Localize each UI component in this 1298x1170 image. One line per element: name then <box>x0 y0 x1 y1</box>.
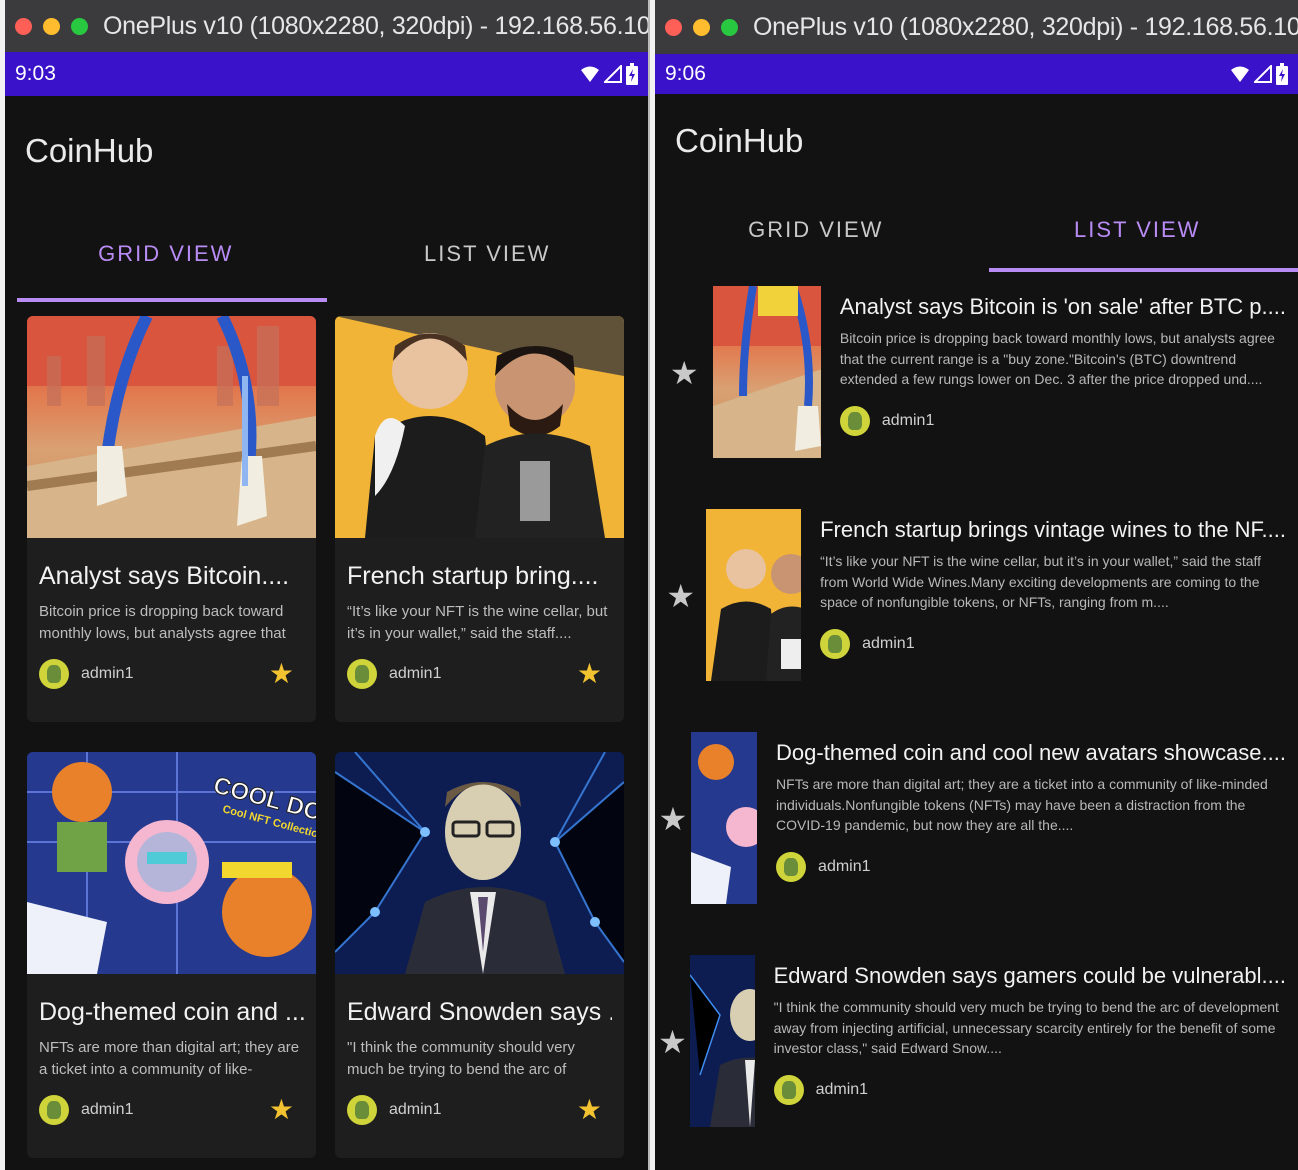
wifi-icon <box>581 66 599 82</box>
status-bar: 9:06 <box>655 54 1298 94</box>
zoom-window-button[interactable] <box>71 17 88 35</box>
news-title: French startup brings vintage wines to t… <box>820 517 1286 542</box>
view-tabs: GRID VIEW LIST VIEW <box>5 206 648 302</box>
news-summary: NFTs are more than digital art; they are… <box>776 776 1268 833</box>
list-item[interactable]: ★ Analyst says Bitcoin is 'on sale' afte… <box>655 284 1298 507</box>
news-title: French startup bring.... <box>347 562 599 590</box>
close-window-button[interactable] <box>665 18 682 36</box>
author-name: admin1 <box>881 412 935 429</box>
battery-icon <box>1276 63 1288 85</box>
news-grid: Analyst says Bitcoin.... Bitcoin price i… <box>5 302 648 1158</box>
news-summary: Bitcoin price is dropping back toward mo… <box>839 330 1275 387</box>
status-icons <box>580 63 638 85</box>
news-summary: “It’s like your NFT is the wine cellar, … <box>347 603 608 642</box>
author-avatar <box>773 1075 804 1105</box>
signal-icon <box>604 65 622 83</box>
news-summary: Bitcoin price is dropping back toward mo… <box>39 603 286 642</box>
news-image-bitcoin <box>27 316 316 538</box>
author-name: admin1 <box>81 665 134 682</box>
news-summary: “It’s like your NFT is the wine cellar, … <box>820 553 1262 610</box>
favorite-star-icon[interactable]: ★ <box>577 1096 602 1124</box>
news-summary: "I think the community should very much … <box>347 1039 575 1078</box>
clock: 9:06 <box>665 62 706 85</box>
close-window-button[interactable] <box>15 17 32 35</box>
news-summary: "I think the community should very much … <box>773 999 1279 1056</box>
wifi-icon <box>1231 66 1249 82</box>
status-icons <box>1230 63 1288 85</box>
news-card[interactable]: Analyst says Bitcoin.... Bitcoin price i… <box>27 316 316 722</box>
favorite-star-icon[interactable]: ★ <box>269 1096 294 1124</box>
news-list: ★ Analyst says Bitcoin is 'on sale' afte… <box>655 272 1298 1170</box>
news-image-wine <box>706 509 802 681</box>
author-avatar <box>39 659 69 689</box>
battery-icon <box>626 63 638 85</box>
window-title: OnePlus v10 (1080x2280, 320dpi) - 192.16… <box>753 12 1298 41</box>
author-avatar <box>347 1095 377 1125</box>
favorite-star-icon[interactable]: ★ <box>655 953 690 1061</box>
favorite-star-icon[interactable]: ★ <box>269 660 294 688</box>
author-avatar <box>776 852 807 882</box>
news-title: Edward Snowden says .... <box>347 998 612 1026</box>
app-title: CoinHub <box>675 122 804 159</box>
news-title: Analyst says Bitcoin.... <box>39 562 290 590</box>
zoom-window-button[interactable] <box>721 18 738 36</box>
news-image-snowden <box>690 955 755 1127</box>
clock: 9:03 <box>15 62 56 85</box>
author-name: admin1 <box>815 1081 869 1098</box>
news-card[interactable]: COOL DOGS Cool NFT Collection Dog-themed… <box>27 752 316 1158</box>
tab-list-view[interactable]: LIST VIEW <box>977 188 1298 272</box>
author-avatar <box>347 659 377 689</box>
emulator-window-grid: OnePlus v10 (1080x2280, 320dpi) - 192.16… <box>5 0 650 1170</box>
minimize-window-button[interactable] <box>43 17 60 35</box>
news-image-wine <box>335 316 624 538</box>
news-card[interactable]: French startup bring.... “It’s like your… <box>335 316 624 722</box>
emulator-window-list: OnePlus v10 (1080x2280, 320dpi) - 192.16… <box>655 0 1298 1170</box>
window-titlebar: OnePlus v10 (1080x2280, 320dpi) - 192.16… <box>5 0 648 52</box>
news-image-cool-dogs <box>690 732 758 904</box>
list-item[interactable]: ★ Dog-themed coin and cool new avatars s… <box>655 730 1298 953</box>
tab-grid-view[interactable]: GRID VIEW <box>655 188 977 272</box>
news-title: Dog-themed coin and cool new avatars sho… <box>776 740 1286 765</box>
window-titlebar: OnePlus v10 (1080x2280, 320dpi) - 192.16… <box>655 0 1298 54</box>
view-tabs: GRID VIEW LIST VIEW <box>655 188 1298 272</box>
author-name: admin1 <box>81 1101 134 1118</box>
favorite-star-icon[interactable]: ★ <box>655 284 713 392</box>
tab-grid-view[interactable]: GRID VIEW <box>5 206 327 302</box>
list-item[interactable]: ★ Edward Snowden says gamers could be vu… <box>655 953 1298 1170</box>
news-title: Edward Snowden says gamers could be vuln… <box>773 963 1286 988</box>
news-image-cool-dogs: COOL DOGS Cool NFT Collection <box>27 752 316 974</box>
window-title: OnePlus v10 (1080x2280, 320dpi) - 192.16… <box>103 11 650 40</box>
author-avatar <box>39 1095 69 1125</box>
author-name: admin1 <box>389 1101 442 1118</box>
author-name: admin1 <box>862 635 915 652</box>
app-title: CoinHub <box>25 132 154 169</box>
tab-list-view[interactable]: LIST VIEW <box>327 206 649 302</box>
author-name: admin1 <box>389 665 442 682</box>
signal-icon <box>1254 65 1272 83</box>
author-avatar <box>839 406 870 436</box>
author-avatar <box>820 629 851 659</box>
news-title: Dog-themed coin and .... <box>39 998 304 1026</box>
status-bar: 9:03 <box>5 52 648 96</box>
news-image-snowden <box>335 752 624 974</box>
favorite-star-icon[interactable]: ★ <box>655 507 706 615</box>
news-title: Analyst says Bitcoin is 'on sale' after … <box>839 294 1286 319</box>
favorite-star-icon[interactable]: ★ <box>655 730 691 838</box>
list-item[interactable]: ★ French startup brings vintage wines to… <box>655 507 1298 730</box>
news-image-bitcoin <box>713 286 821 458</box>
news-card[interactable]: Edward Snowden says .... "I think the co… <box>335 752 624 1158</box>
news-summary: NFTs are more than digital art; they are… <box>39 1039 300 1078</box>
favorite-star-icon[interactable]: ★ <box>577 660 602 688</box>
author-name: admin1 <box>818 858 871 875</box>
minimize-window-button[interactable] <box>693 18 710 36</box>
